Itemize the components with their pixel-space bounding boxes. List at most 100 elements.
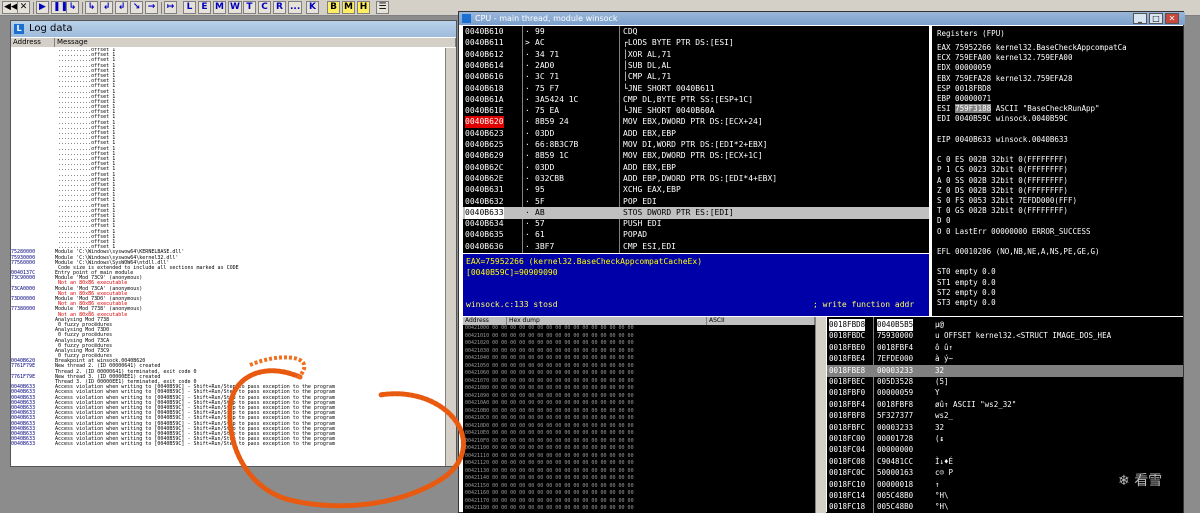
disasm-row[interactable]: 0040B631 · 95 XCHG EAX,EBP [463,184,929,196]
minimize-button[interactable]: _ [1133,13,1147,24]
toolbar-window-button-b[interactable]: B [327,1,340,14]
toolbar-nav-button[interactable]: ↳ [85,1,98,14]
dump-header-address[interactable]: Address [463,317,507,325]
dump-row[interactable]: 00421150 00 00 00 00 00 00 00 00 00 00 0… [463,483,826,491]
dump-row[interactable]: 00421180 00 00 00 00 00 00 00 00 00 00 0… [463,505,826,513]
disasm-row[interactable]: 0040B61E · 75 EA └JNE SHORT 0040B60A [463,105,929,117]
toolbar-nav-button[interactable]: ✕ [17,1,30,14]
disasm-row[interactable]: 0040B632 · 5F POP EDI [463,196,929,208]
disasm-row[interactable]: 0040B611 > AC ┌LODS BYTE PTR DS:[ESI] [463,37,929,49]
dump-row[interactable]: 00421050 00 00 00 00 00 00 00 00 00 00 0… [463,363,826,371]
dump-header-hex[interactable]: Hex dump [507,317,707,325]
toolbar-window-button-h[interactable]: H [357,1,370,14]
disasm-row[interactable]: 0040B633 · AB STOS DWORD PTR ES:[EDI] [463,206,929,219]
stack-row[interactable]: 0018FC14 005C48B0 °H\ [827,490,1183,502]
toolbar-nav-button[interactable]: ↘ [130,1,143,14]
register-line[interactable]: P 1 CS 0023 32bit 0(FFFFFFFF) [937,165,1068,174]
dump-scrollbar[interactable] [815,317,826,513]
toolbar-nav-button[interactable]: → [145,1,158,14]
toolbar-window-button-c[interactable]: C [258,1,271,14]
toolbar-window-button-dotsdotsdots[interactable]: ... [288,1,303,14]
register-line[interactable]: EBP 00000071 [937,94,991,103]
dump-row[interactable]: 00421110 00 00 00 00 00 00 00 00 00 00 0… [463,453,826,461]
stack-row[interactable]: 0018FBF4 0018FBF8 øû↑ ASCII "ws2_32" [827,399,1183,411]
close-button[interactable]: ✕ [1165,13,1179,24]
toolbar-window-button-e[interactable]: E [198,1,211,14]
stack-row[interactable]: 0018FBFC 00003233 32 [827,422,1183,434]
register-line[interactable]: Z 0 DS 002B 32bit 0(FFFFFFFF) [937,186,1068,195]
disasm-row[interactable]: 0040B625 · 66:8B3C7B MOV DI,WORD PTR DS:[ED… [463,139,929,151]
dump-row[interactable]: 00421160 00 00 00 00 00 00 00 00 00 00 0… [463,490,826,498]
dump-row[interactable]: 004210B0 00 00 00 00 00 00 00 00 00 00 0… [463,408,826,416]
log-list[interactable]: ...........offset 1 ...........offset 1 … [11,48,456,466]
stack-row[interactable]: 0018FBE0 0018FBF4 ô û↑ [827,342,1183,354]
register-line[interactable]: EDI 0040B59C winsock.0040B59C [937,114,1068,123]
disasm-row[interactable]: 0040B616 · 3C 71 │CMP AL,71 [463,71,929,83]
stack-row[interactable]: 0018FC04 00000000 [827,444,1183,456]
register-line[interactable]: D 0 [937,216,951,225]
log-row[interactable]: 0040B633 Access violation when writing to… [11,442,456,447]
stack-row[interactable]: 0018FBE8 00003233 32 [827,364,1183,377]
column-header-message[interactable]: Message [55,38,456,47]
stack-row[interactable]: 0018FBD8 0040B5B5 µ@ [827,319,1183,332]
stack-row[interactable]: 0018FBF8 5F327377 ws2_ [827,410,1183,422]
register-line[interactable]: EIP 0040B633 winsock.0040B633 [937,135,1068,144]
toolbar-nav-button[interactable]: ▶ [36,1,49,14]
disassembly-pane[interactable]: 0040B610 · 99 CDQ 0040B611 > AC ┌LODS BYTE PTR … [463,26,929,253]
dump-row[interactable]: 00421040 00 00 00 00 00 00 00 00 00 00 0… [463,355,826,363]
disasm-row[interactable]: 0040B610 · 99 CDQ [463,26,929,38]
cpu-window-titlebar[interactable]: CPU - main thread, module winsock [459,12,1185,25]
register-line[interactable]: A 0 SS 002B 32bit 0(FFFFFFFF) [937,176,1068,185]
disasm-row[interactable]: 0040B623 · 03DD ADD EBX,EBP [463,128,929,140]
disasm-row[interactable]: 0040B620 · 8B59 24 MOV EBX,DWORD PTR DS:[EC… [463,116,929,129]
toolbar-window-button-m[interactable]: M [213,1,226,14]
register-line[interactable]: O 0 LastErr 00000000 ERROR_SUCCESS [937,227,1091,236]
disasm-row[interactable]: 0040B635 · 61 POPAD [463,229,929,241]
dump-row[interactable]: 00421120 00 00 00 00 00 00 00 00 00 00 0… [463,460,826,468]
stack-row[interactable]: 0018FC00 00001728 (↨ [827,433,1183,445]
toolbar-nav-button[interactable]: ↳ [66,1,79,14]
stack-row[interactable]: 0018FC18 005C48B0 °H\ [827,501,1183,513]
log-scrollbar[interactable] [445,48,456,466]
disasm-row[interactable]: 0040B61A · 3A5424 1C CMP DL,BYTE PTR SS:[ES… [463,94,929,106]
disasm-row[interactable]: 0040B636 · 3BF7 CMP ESI,EDI [463,241,929,253]
dump-row[interactable]: 00421060 00 00 00 00 00 00 00 00 00 00 0… [463,370,826,378]
maximize-button[interactable]: □ [1149,13,1163,24]
stack-row[interactable]: 0018FBEC 005D3528 (5] [827,376,1183,388]
disasm-row[interactable]: 0040B62E · 032CBB ADD EBP,DWORD PTR DS:[EDI… [463,173,929,185]
disasm-row[interactable]: 0040B618 · 75 F7 └JNE SHORT 0040B611 [463,83,929,95]
stack-row[interactable]: 0018FC08 C90481CC Ì↓♦É [827,456,1183,468]
dump-row[interactable]: 00421030 00 00 00 00 00 00 00 00 00 00 0… [463,348,826,356]
register-line[interactable]: EFL 00010206 (NO,NB,NE,A,NS,PE,GE,G) [937,247,1100,256]
toolbar-window-button-t[interactable]: T [243,1,256,14]
info-pane[interactable]: EAX=75952266 (kernel32.BaseCheckAppcompa… [463,254,929,316]
stack-row[interactable]: 0018FBE4 7EFDE000 à ý~ [827,353,1183,365]
dump-header-ascii[interactable]: ASCII [707,317,815,325]
dump-row[interactable]: 004210F0 00 00 00 00 00 00 00 00 00 00 0… [463,438,826,446]
dump-row[interactable]: 004210C0 00 00 00 00 00 00 00 00 00 00 0… [463,415,826,423]
register-line[interactable]: ST3 empty 0.0 [937,298,996,307]
disasm-row[interactable]: 0040B634 · 57 PUSH EDI [463,218,929,230]
stack-row[interactable]: 0018FBF0 00000059 Y [827,387,1183,399]
toolbar-window-button-r[interactable]: R [273,1,286,14]
toolbar-nav-button[interactable]: ↲ [100,1,113,14]
register-value-esi[interactable]: 759F3188 [955,104,992,114]
register-line[interactable]: EBX 759EFA28 kernel32.759EFA28 [937,74,1072,83]
toolbar-nav-button[interactable]: ↲ [115,1,128,14]
register-line[interactable]: ECX 759EFA00 kernel32.759EFA00 [937,53,1072,62]
register-line[interactable]: ESP 0018FBD8 [937,84,991,93]
dump-row[interactable]: 00421020 00 00 00 00 00 00 00 00 00 00 0… [463,340,826,348]
register-line[interactable]: ST1 empty 0.0 [937,278,996,287]
toolbar-path-button[interactable]: ☰ [376,1,389,14]
register-line[interactable]: S 0 FS 0053 32bit 7EFDD000(FFF) [937,196,1077,205]
dump-row[interactable]: 004210D0 00 00 00 00 00 00 00 00 00 00 0… [463,423,826,431]
toolbar-window-button-k[interactable]: K [306,1,319,14]
dump-row[interactable]: 00421140 00 00 00 00 00 00 00 00 00 00 0… [463,475,826,483]
register-line[interactable]: C 0 ES 002B 32bit 0(FFFFFFFF) [937,155,1068,164]
dump-row[interactable]: 00421170 00 00 00 00 00 00 00 00 00 00 0… [463,498,826,506]
toolbar-window-button-l[interactable]: L [183,1,196,14]
register-line[interactable]: EDX 00000059 [937,63,991,72]
toolbar-nav-button[interactable]: ↦ [164,1,177,14]
disasm-row[interactable]: 0040B62C · 03DD ADD EBX,EBP [463,162,929,174]
dump-row[interactable]: 00421090 00 00 00 00 00 00 00 00 00 00 0… [463,393,826,401]
